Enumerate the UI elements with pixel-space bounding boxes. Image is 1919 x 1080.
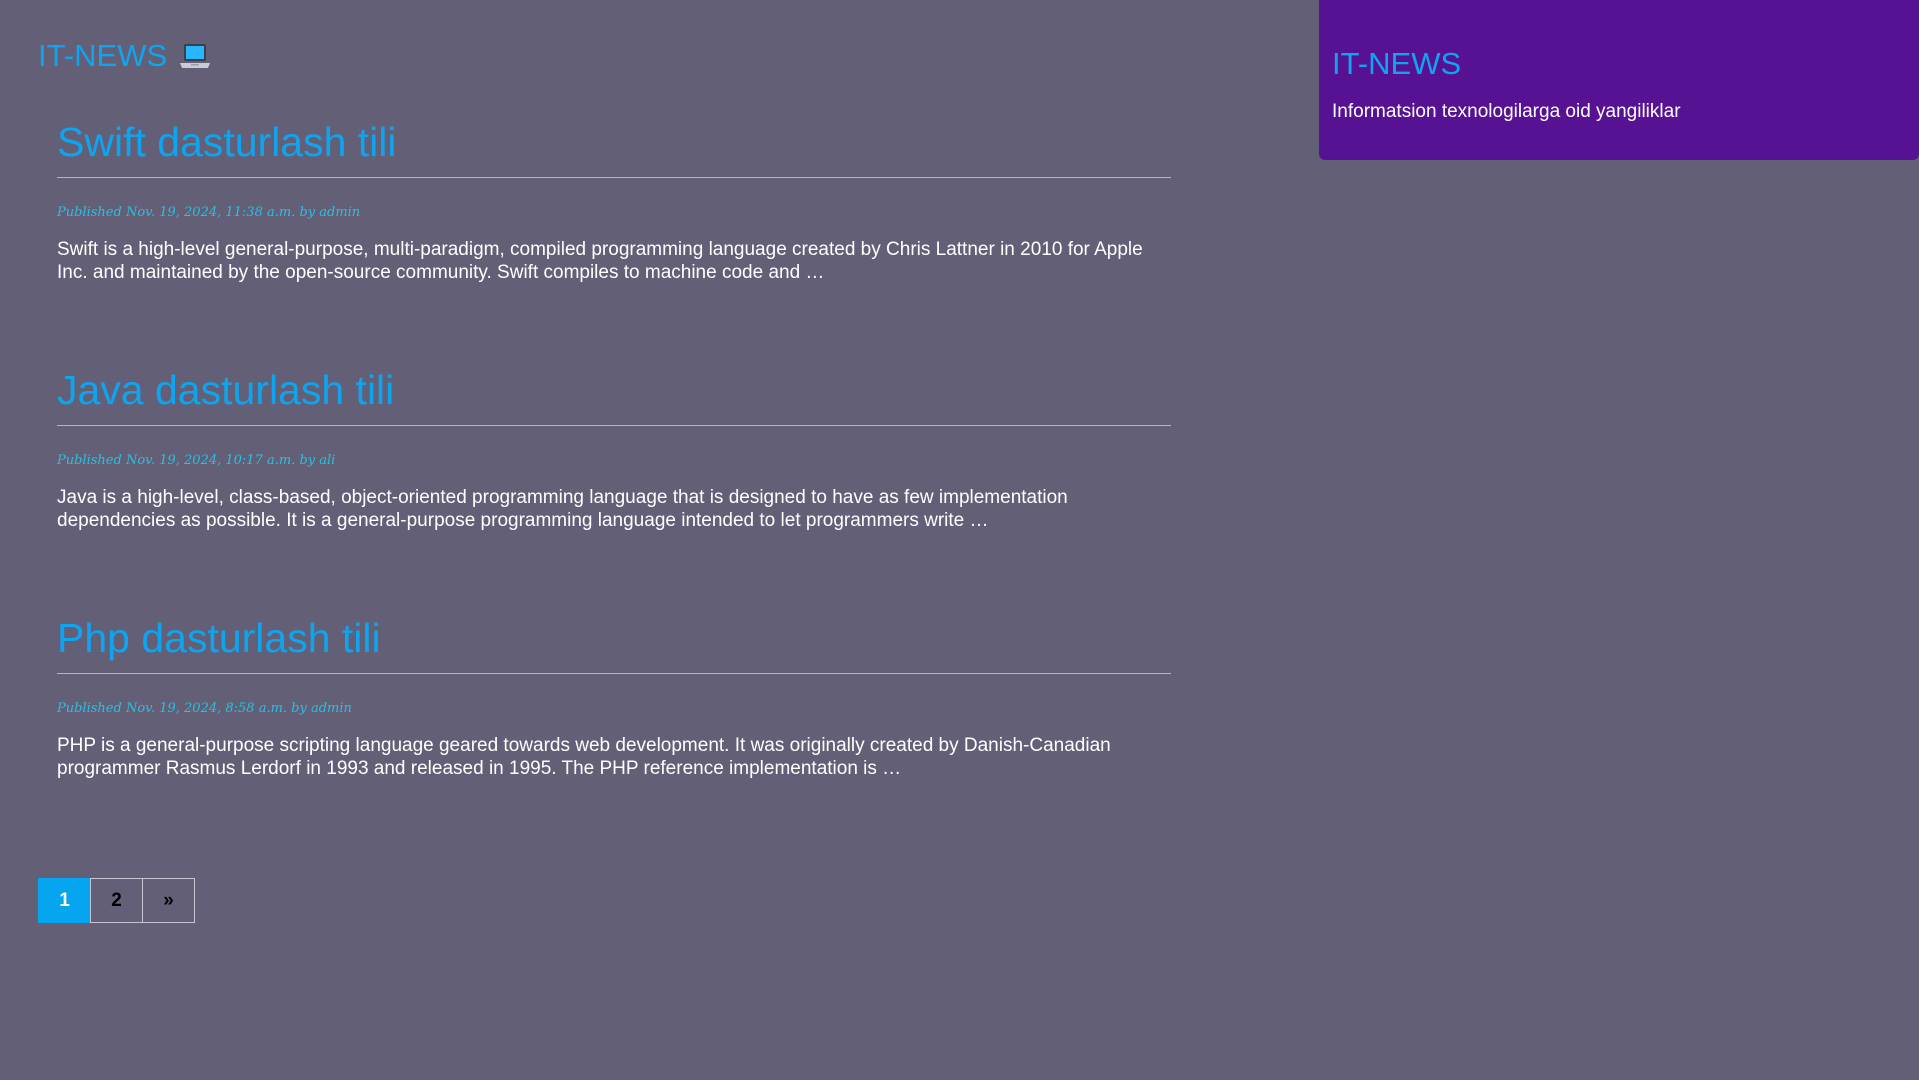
site-title-text: IT-NEWS — [38, 38, 168, 73]
post-item: Php dasturlash tili Published Nov. 19, 2… — [57, 614, 1171, 862]
post-divider — [57, 425, 1171, 427]
post-item: Swift dasturlash tili Published Nov. 19,… — [57, 118, 1171, 366]
post-divider — [57, 177, 1171, 179]
pagination: 1 2 » — [38, 878, 195, 923]
sidebar-description: Informatsion texnologilarga oid yangilik… — [1332, 101, 1681, 122]
page-button-2[interactable]: 2 — [90, 878, 143, 923]
post-meta: Published Nov. 19, 2024, 10:17 a.m. by a… — [57, 453, 336, 469]
post-title-link[interactable]: Php dasturlash tili — [57, 614, 381, 663]
page: IT-NEWS Swift dasturlash tili Published … — [0, 0, 1919, 1080]
post-excerpt: Swift is a high-level general-purpose, m… — [57, 239, 1143, 284]
post-meta: Published Nov. 19, 2024, 11:38 a.m. by a… — [57, 205, 361, 221]
sidebar-panel: IT-NEWS Informatsion texnologilarga oid … — [1319, 0, 1919, 160]
page-button-current[interactable]: 1 — [38, 878, 91, 923]
post-divider — [57, 673, 1171, 675]
posts-list: Swift dasturlash tili Published Nov. 19,… — [57, 118, 1171, 862]
post-title-link[interactable]: Java dasturlash tili — [57, 366, 394, 415]
site-title-link[interactable]: IT-NEWS — [38, 40, 211, 71]
post-excerpt: PHP is a general-purpose scripting langu… — [57, 735, 1111, 780]
laptop-icon — [180, 43, 211, 68]
post-title-link[interactable]: Swift dasturlash tili — [57, 118, 397, 167]
post-meta: Published Nov. 19, 2024, 8:58 a.m. by ad… — [57, 701, 352, 717]
next-page-button[interactable]: » — [142, 878, 195, 923]
post-excerpt: Java is a high-level, class-based, objec… — [57, 487, 1068, 532]
post-item: Java dasturlash tili Published Nov. 19, … — [57, 366, 1171, 614]
sidebar-title: IT-NEWS — [1332, 46, 1462, 81]
